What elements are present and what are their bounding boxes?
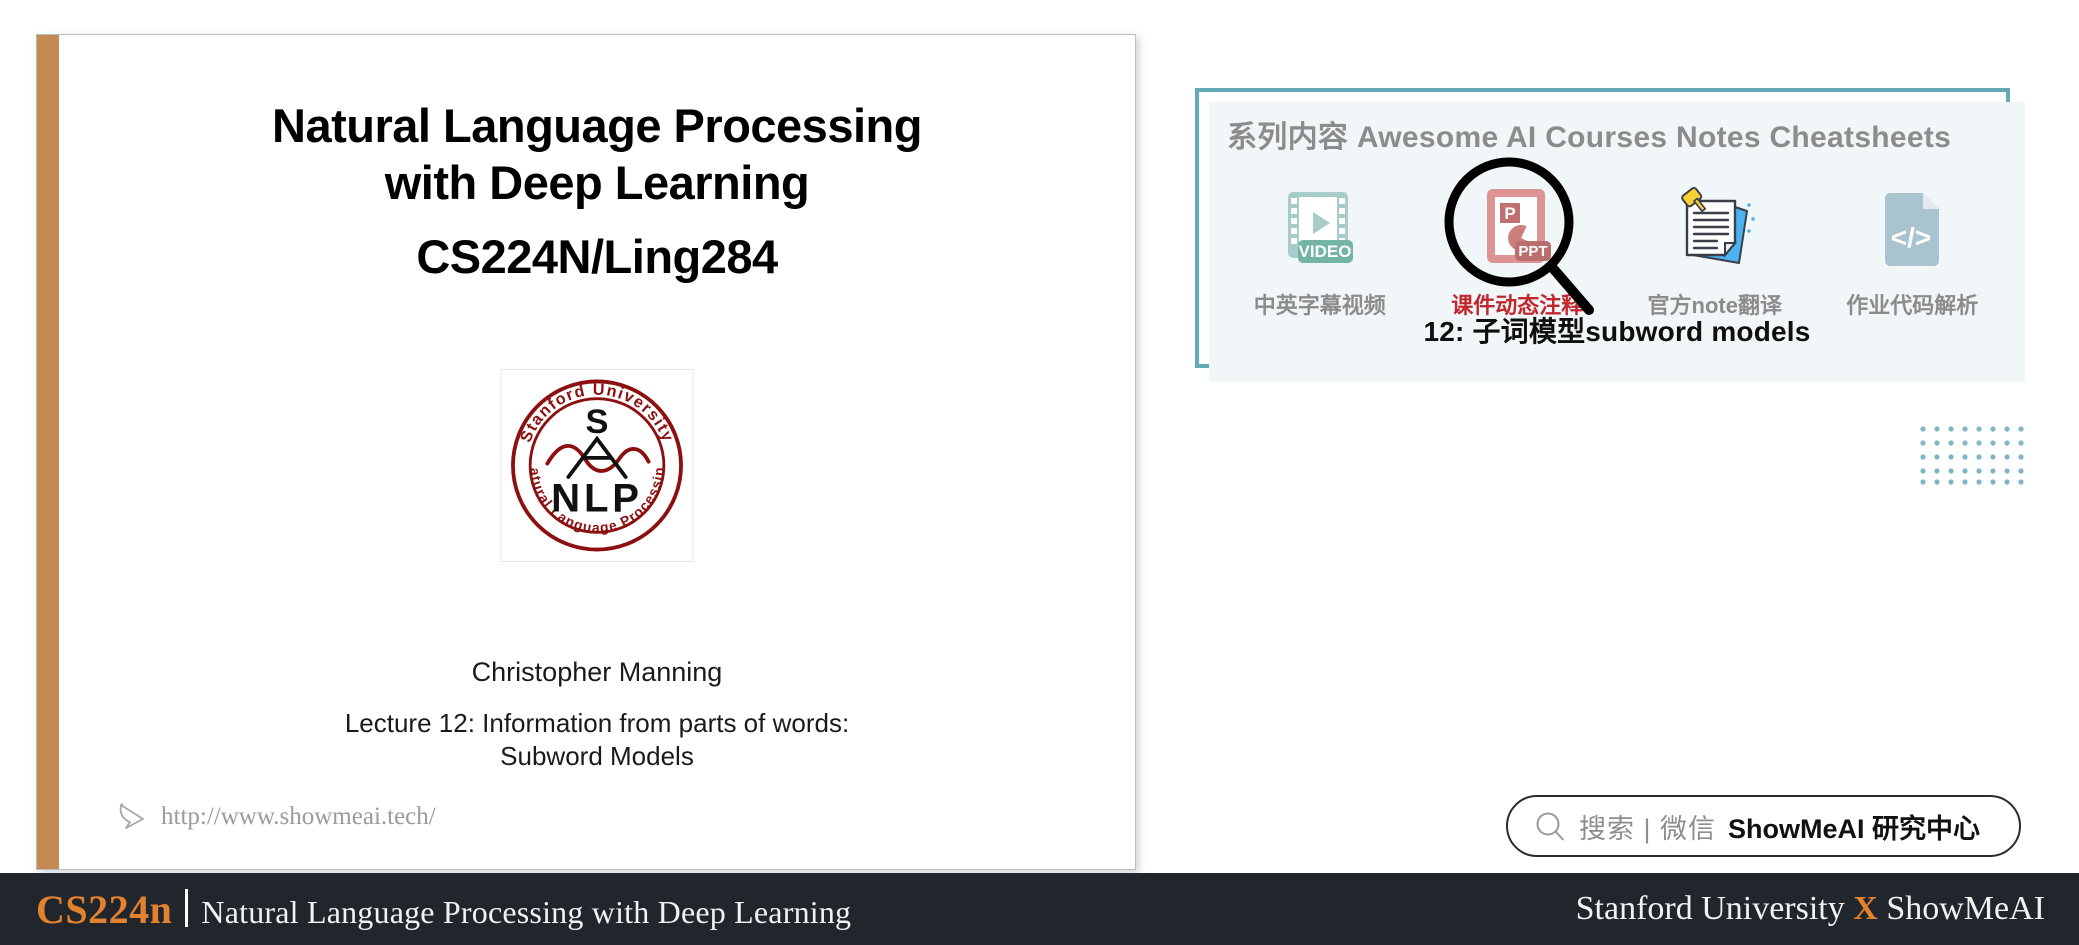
footer-affiliation-right: ShowMeAI: [1886, 890, 2045, 927]
stanford-nlp-logo-icon: Stanford University Natural Language Pro…: [496, 357, 683, 552]
code-glyph: </>: [1891, 222, 1931, 253]
footer-affiliation: Stanford University X ShowMeAI: [1576, 890, 2045, 928]
footer-subtitle: Natural Language Processing with Deep Le…: [201, 894, 852, 930]
promo-item-ppt[interactable]: P PPT 课件动态注释: [1430, 157, 1605, 320]
slide-title-line1: Natural Language Processing: [272, 99, 922, 152]
promo-item-note[interactable]: 官方note翻译: [1627, 180, 1802, 320]
video-icon-wrap: VIDEO: [1232, 180, 1407, 276]
search-brand-label: ShowMeAI 研究中心: [1728, 813, 1981, 844]
slide-title-line2: with Deep Learning: [384, 156, 810, 210]
footer-course-code: CS224n: [36, 887, 173, 932]
footer-divider: [185, 889, 189, 927]
ppt-letter-p: P: [1505, 204, 1516, 223]
video-badge-label: VIDEO: [1298, 242, 1351, 261]
promo-lecture-title: 12: 子词模型subword models: [1423, 316, 1811, 347]
ppt-badge-label: PPT: [1519, 243, 1548, 260]
promo-header: 系列内容 Awesome AI Courses Notes Cheatsheet…: [1227, 121, 1952, 154]
watermark-url[interactable]: http://www.showmeai.tech/: [161, 803, 436, 831]
code-file-icon: </>: [1885, 193, 1940, 266]
presenter-name: Christopher Manning: [471, 657, 723, 687]
lecture-subtitle-line1: Lecture 12: Information from parts of wo…: [344, 708, 850, 738]
footer-affiliation-left: Stanford University: [1575, 890, 1845, 927]
presentation-slide: Natural Language Processing with Deep Le…: [36, 34, 1136, 870]
page-title: Natural Language Processing with Deep Le…: [59, 97, 1135, 285]
slide-title-line3: CS224N/Ling284: [416, 229, 778, 283]
note-icon-wrap: [1627, 180, 1802, 276]
promo-item-video[interactable]: VIDEO 中英字幕视频: [1232, 180, 1407, 320]
ppt-file-icon: P PPT: [1487, 189, 1552, 263]
code-icon-wrap: </>: [1825, 180, 2000, 276]
video-film-icon: VIDEO: [1287, 192, 1353, 263]
lecture-subtitle-line2: Subword Models: [500, 740, 694, 771]
stanford-nlp-logo: Stanford University Natural Language Pro…: [496, 357, 694, 562]
svg-text:S: S: [586, 403, 609, 441]
slide-content: Natural Language Processing with Deep Le…: [59, 35, 1135, 869]
footer-affiliation-x: X: [1853, 890, 1878, 927]
svg-text:NLP: NLP: [551, 476, 643, 520]
dot-grid-decoration: [1920, 426, 2024, 485]
search-icon: [1536, 812, 1564, 840]
promo-icon-row: VIDEO 中英字幕视频 P PPT 课件动态注释 官方note翻译 </> 作…: [1221, 157, 2011, 320]
ppt-icon-wrap: P PPT: [1430, 180, 1605, 276]
slide-accent-bar: [37, 35, 59, 869]
promo-panel: 系列内容 Awesome AI Courses Notes Cheatsheet…: [1209, 102, 2025, 382]
wechat-search-pill[interactable]: 搜索 | 微信 ShowMeAI 研究中心: [1506, 795, 2021, 857]
lecture-subtitle: Lecture 12: Information from parts of wo…: [59, 707, 1135, 773]
footer-bar: CS224n Natural Language Processing with …: [0, 873, 2079, 945]
footer-left: CS224n Natural Language Processing with …: [36, 885, 851, 933]
promo-item-code[interactable]: </> 作业代码解析: [1825, 180, 2000, 320]
watermark: http://www.showmeai.tech/: [117, 801, 436, 833]
search-prefix-label: 搜索 | 微信: [1579, 813, 1717, 844]
pinned-note-icon: [1680, 187, 1755, 264]
cursor-pointer-icon: [119, 803, 144, 829]
